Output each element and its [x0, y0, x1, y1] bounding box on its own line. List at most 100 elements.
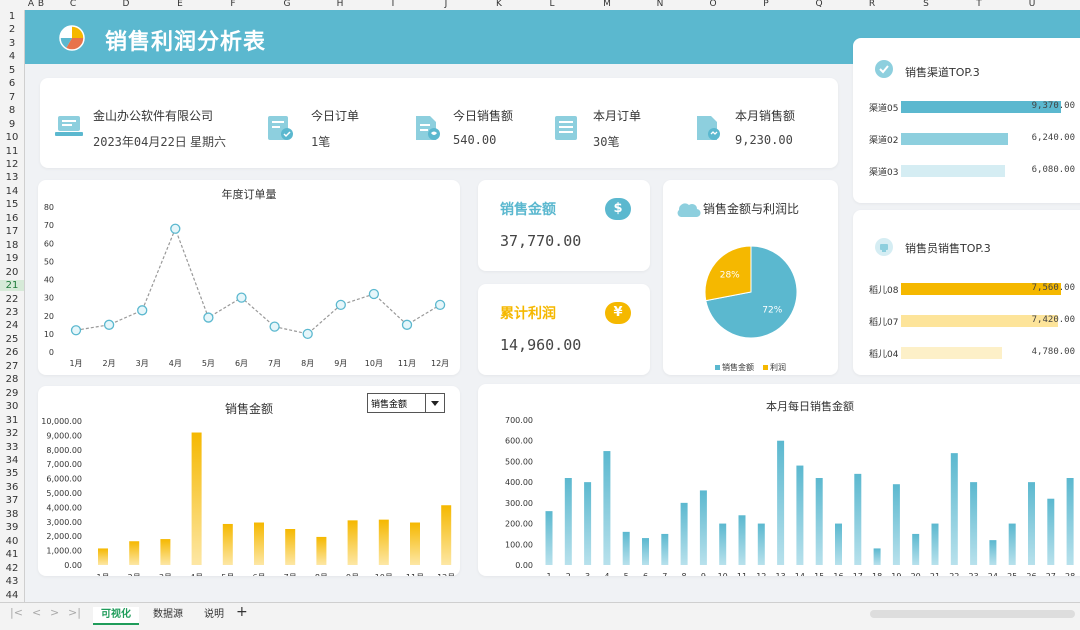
column-header-G[interactable]: G [277, 0, 297, 9]
y-tick-label: 500.00 [505, 457, 533, 466]
row-header-31[interactable]: 31 [0, 415, 24, 426]
bar [892, 484, 900, 565]
sheet-tab-bar: |< < > >| 可视化 数据源 说明 + [0, 602, 1080, 630]
row-header-26[interactable]: 26 [0, 347, 24, 358]
row-header-15[interactable]: 15 [0, 199, 24, 210]
column-header-O[interactable]: O [703, 0, 723, 9]
row-header-28[interactable]: 28 [0, 374, 24, 385]
row-header-12[interactable]: 12 [0, 159, 24, 170]
row-header-34[interactable]: 34 [0, 455, 24, 466]
x-tick-label: 8月 [301, 359, 314, 368]
x-tick-label: 15 [814, 572, 824, 576]
tab-data-source[interactable]: 数据源 [145, 607, 191, 623]
row-header-39[interactable]: 39 [0, 522, 24, 533]
row-header-19[interactable]: 19 [0, 253, 24, 264]
column-header-D[interactable]: D [116, 0, 136, 9]
row-header-35[interactable]: 35 [0, 468, 24, 479]
row-header-16[interactable]: 16 [0, 213, 24, 224]
row-header-33[interactable]: 33 [0, 442, 24, 453]
sales-profit-pie-chart: 销售金额与利润比 72% 28% 销售金额 利润 [677, 201, 799, 372]
row-header-17[interactable]: 17 [0, 226, 24, 237]
row-header-22[interactable]: 22 [0, 294, 24, 305]
row-header-20[interactable]: 20 [0, 267, 24, 278]
first-sheet-arrow[interactable]: |< [10, 606, 23, 619]
column-header-H[interactable]: H [330, 0, 350, 9]
column-header-B[interactable]: B [31, 0, 51, 9]
horizontal-scrollbar[interactable] [870, 610, 1075, 618]
row-header-3[interactable]: 3 [0, 38, 24, 49]
row-header-37[interactable]: 37 [0, 495, 24, 506]
row-header-13[interactable]: 13 [0, 172, 24, 183]
data-point [302, 328, 313, 340]
row-header-30[interactable]: 30 [0, 401, 24, 412]
row-header-38[interactable]: 38 [0, 509, 24, 520]
row-header-7[interactable]: 7 [0, 92, 24, 103]
column-header-E[interactable]: E [170, 0, 190, 9]
top3-name: 稻儿04 [869, 350, 899, 360]
data-point [70, 325, 82, 336]
x-tick-label: 11 [737, 572, 747, 576]
chart-title: 本月每日销售金额 [766, 399, 854, 413]
column-header-M[interactable]: M [597, 0, 617, 9]
metric-dropdown[interactable]: 销售金额 [367, 393, 445, 413]
column-header-R[interactable]: R [862, 0, 882, 9]
x-tick-label: 4月 [190, 573, 203, 576]
row-header-27[interactable]: 27 [0, 361, 24, 372]
legend-swatch [715, 365, 720, 370]
row-header-23[interactable]: 23 [0, 307, 24, 318]
column-header-F[interactable]: F [223, 0, 243, 9]
column-header-P[interactable]: P [756, 0, 776, 9]
x-tick-label: 9月 [346, 573, 359, 576]
row-header-18[interactable]: 18 [0, 240, 24, 251]
row-header-5[interactable]: 5 [0, 65, 24, 76]
row-header-1[interactable]: 1 [0, 11, 24, 22]
column-header-J[interactable]: J [436, 0, 456, 9]
row-header-29[interactable]: 29 [0, 388, 24, 399]
row-header-9[interactable]: 9 [0, 119, 24, 130]
next-sheet-arrow[interactable]: > [50, 606, 59, 619]
top3-name: 渠道03 [869, 168, 899, 178]
add-sheet-button[interactable]: + [228, 604, 256, 620]
column-header-N[interactable]: N [650, 0, 670, 9]
row-header-24[interactable]: 24 [0, 320, 24, 331]
row-header-6[interactable]: 6 [0, 78, 24, 89]
row-header-40[interactable]: 40 [0, 536, 24, 547]
top3-bar [901, 165, 1005, 177]
bar [642, 538, 649, 565]
column-header-U[interactable]: U [1022, 0, 1042, 9]
row-header-44[interactable]: 44 [0, 590, 24, 601]
row-header-21[interactable]: 21 [0, 280, 24, 292]
row-header-25[interactable]: 25 [0, 334, 24, 345]
chevron-down-icon[interactable] [425, 394, 444, 412]
column-header-Q[interactable]: Q [809, 0, 829, 9]
row-header-11[interactable]: 11 [0, 146, 24, 157]
column-header-S[interactable]: S [916, 0, 936, 9]
row-header-43[interactable]: 43 [0, 576, 24, 587]
row-header-8[interactable]: 8 [0, 105, 24, 116]
column-header-L[interactable]: L [542, 0, 562, 9]
bar [815, 478, 823, 565]
profit-kpi-label: 累计利润 [500, 306, 556, 322]
row-header-36[interactable]: 36 [0, 482, 24, 493]
column-header-I[interactable]: I [383, 0, 403, 9]
tab-visualization[interactable]: 可视化 [93, 607, 139, 625]
row-header-41[interactable]: 41 [0, 549, 24, 560]
column-header-C[interactable]: C [63, 0, 83, 9]
x-tick-label: 20 [911, 572, 921, 576]
prev-sheet-arrow[interactable]: < [32, 606, 41, 619]
sales-kpi-value: 37,770.00 [500, 232, 582, 250]
date-text: 2023年04月22日 [93, 135, 187, 149]
tab-notes[interactable]: 说明 [196, 607, 232, 623]
row-header-14[interactable]: 14 [0, 186, 24, 197]
row-header-10[interactable]: 10 [0, 132, 24, 143]
legend-swatch [763, 365, 768, 370]
row-header-32[interactable]: 32 [0, 428, 24, 439]
last-sheet-arrow[interactable]: >| [68, 606, 81, 619]
row-header-42[interactable]: 42 [0, 563, 24, 574]
column-header-K[interactable]: K [489, 0, 509, 9]
bar [989, 540, 997, 565]
bar [699, 490, 707, 565]
row-header-4[interactable]: 4 [0, 51, 24, 62]
row-header-2[interactable]: 2 [0, 24, 24, 35]
column-header-T[interactable]: T [969, 0, 989, 9]
